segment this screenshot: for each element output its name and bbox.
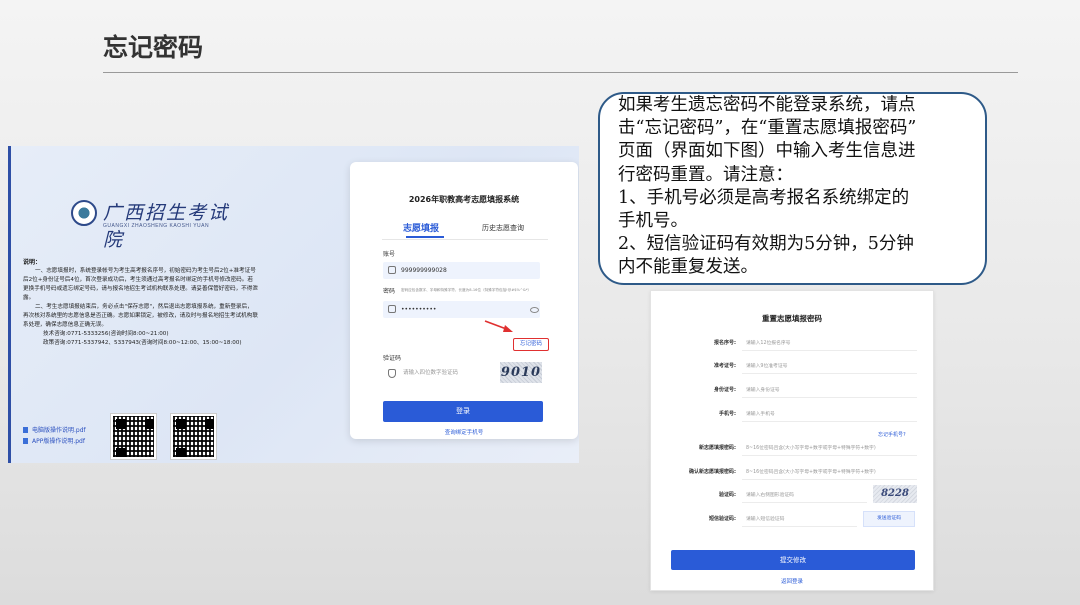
send-sms-button[interactable]: 发送验证码 (863, 511, 915, 527)
id-no-input[interactable]: 请输入身份证号 (742, 383, 917, 398)
form-row-id-no: 身份证号: 请输入身份证号 (651, 383, 933, 399)
registration-no-input[interactable]: 请输入12位报名序号 (742, 336, 917, 351)
field-label: 验证码: (719, 492, 736, 498)
field-label: 新志愿填报密码: (698, 445, 736, 451)
new-password-input[interactable]: 8~16位密码且含(大小写字母+数字或字母+特殊字符+数字) (742, 441, 917, 456)
field-label: 报名序号: (714, 340, 736, 346)
title-divider (103, 72, 1018, 73)
callout-line: 2、短信验证码有效期为5分钟，5分钟 (618, 234, 914, 255)
login-page-screenshot: 广西招生考试院 GUANGXI ZHAOSHENG KAOSHI YUAN 说明… (8, 146, 579, 463)
confirm-password-input[interactable]: 8~16位密码且含(大小写字母+数字或字母+特殊字符+数字) (742, 465, 917, 480)
field-label: 身份证号: (714, 387, 736, 393)
callout-line: 行密码重置。请注意： (618, 164, 793, 185)
callout-line: 击“忘记密码”，在“重置志愿填报密码” (618, 118, 917, 139)
field-label: 手机号: (719, 411, 736, 417)
field-label: 短信验证码: (708, 516, 736, 522)
field-label: 准考证号: (714, 363, 736, 369)
callout-text: 如果考生遗忘密码不能登录系统，请点 击“忘记密码”，在“重置志愿填报密码” 页面… (618, 94, 968, 280)
sms-code-input[interactable]: 请输入短信验证码 (742, 512, 857, 527)
captcha-input[interactable]: 请输入右侧图形验证码 (742, 488, 867, 503)
form-row-phone: 手机号: 请输入手机号 (651, 407, 933, 423)
callout-line: 内不能重复发送。 (618, 257, 758, 278)
instruction-callout: 如果考生遗忘密码不能登录系统，请点 击“忘记密码”，在“重置志愿填报密码” 页面… (598, 92, 987, 285)
back-to-login-link[interactable]: 返回登录 (651, 577, 933, 585)
form-row-registration-no: 报名序号: 请输入12位报名序号 (651, 336, 933, 352)
form-row-exam-no: 准考证号: 请输入9位准考证号 (651, 359, 933, 375)
phone-input[interactable]: 请输入手机号 (742, 407, 917, 422)
callout-line: 手机号。 (618, 211, 688, 232)
callout-line: 如果考生遗忘密码不能登录系统，请点 (618, 95, 916, 115)
forgot-phone-link[interactable]: 忘记手机号? (878, 431, 906, 438)
reset-password-screenshot: 重置志愿填报密码 报名序号: 请输入12位报名序号 准考证号: 请输入9位准考证… (650, 290, 934, 591)
slide-title: 忘记密码 (103, 33, 204, 62)
callout-line: 1、手机号必须是高考报名系统绑定的 (618, 187, 910, 208)
captcha-image[interactable]: 8228 (873, 485, 917, 503)
field-label: 确认新志愿填报密码: (688, 469, 736, 475)
reset-form-title: 重置志愿填报密码 (762, 314, 822, 323)
red-arrow-icon (484, 320, 513, 332)
exam-no-input[interactable]: 请输入9位准考证号 (742, 359, 917, 374)
submit-button[interactable]: 提交修改 (671, 550, 915, 570)
form-row-new-password: 新志愿填报密码: 8~16位密码且含(大小写字母+数字或字母+特殊字符+数字) (651, 441, 933, 457)
callout-line: 页面（界面如下图）中输入考生信息进 (618, 141, 916, 162)
form-row-confirm-password: 确认新志愿填报密码: 8~16位密码且含(大小写字母+数字或字母+特殊字符+数字… (651, 465, 933, 481)
